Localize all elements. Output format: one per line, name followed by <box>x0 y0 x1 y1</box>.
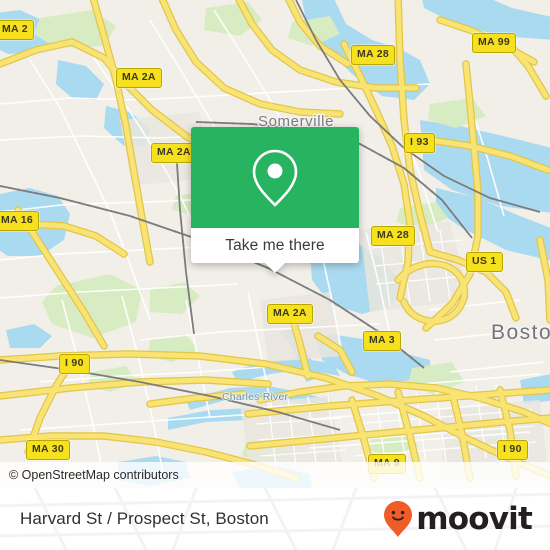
highway-shield: MA 2A <box>267 304 313 324</box>
callout-action-panel[interactable]: Take me there <box>191 228 359 273</box>
highway-shield: MA 30 <box>26 440 71 460</box>
highway-shield: MA 2 <box>0 20 34 40</box>
water-label: Charles River <box>222 391 289 403</box>
highway-shield: US 1 <box>466 252 503 272</box>
highway-shield: I 90 <box>497 440 528 460</box>
moovit-smiley-pin-icon <box>384 501 413 537</box>
map-canvas[interactable]: MA 2 MA 2A MA 28 MA 99 MA 2A I 93 MA 16 MA 28 US… <box>0 0 550 488</box>
moovit-logo[interactable]: moovit <box>383 500 533 538</box>
callout-pointer <box>265 263 285 273</box>
destination-callout-card[interactable]: Take me there <box>191 127 359 273</box>
take-me-there-label: Take me there <box>225 236 325 254</box>
highway-shield: MA 28 <box>371 226 416 246</box>
highway-shield: MA 2A <box>116 68 162 88</box>
station-title: Harvard St / Prospect St, Boston <box>20 509 269 528</box>
page-footer: Harvard St / Prospect St, Boston moovit <box>0 488 550 550</box>
moovit-wordmark: moovit <box>416 500 533 537</box>
highway-shield: MA 28 <box>351 45 396 65</box>
moovit-station-map-screen: MA 2 MA 2A MA 28 MA 99 MA 2A I 93 MA 16 MA 28 US… <box>0 0 550 550</box>
highway-shield: MA 3 <box>363 331 401 351</box>
footer-content: Harvard St / Prospect St, Boston moovit <box>0 488 550 550</box>
city-label: Boston <box>491 321 550 344</box>
map-attribution-bar: © OpenStreetMap contributors <box>0 462 550 488</box>
highway-shield: I 93 <box>404 133 435 153</box>
highway-shield: MA 99 <box>472 33 517 53</box>
highway-shield: MA 16 <box>0 211 40 231</box>
callout-icon-panel <box>191 127 359 228</box>
map-pin-icon <box>252 149 298 207</box>
highway-shield: I 90 <box>59 354 90 374</box>
osm-attribution-text[interactable]: © OpenStreetMap contributors <box>0 468 179 482</box>
highway-shield: MA 2A <box>151 143 197 163</box>
